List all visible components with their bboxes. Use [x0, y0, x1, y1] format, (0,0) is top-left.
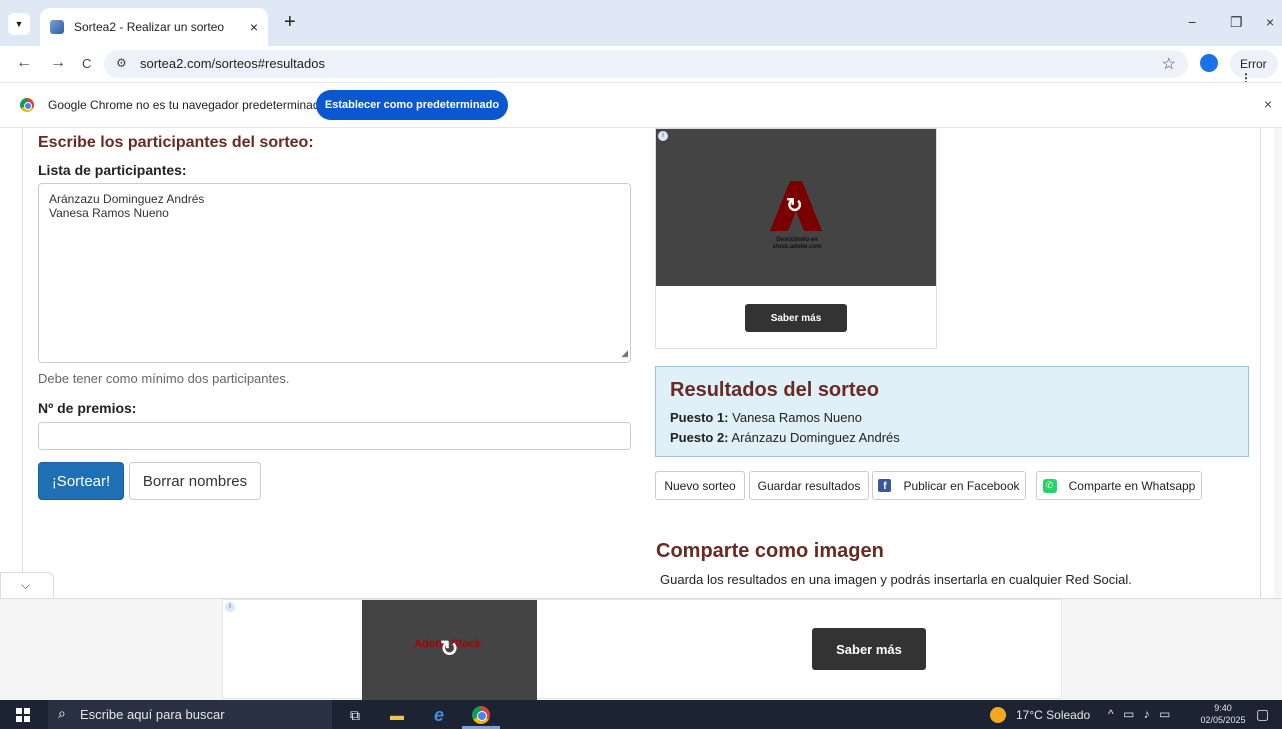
clear-names-button[interactable]: Borrar nombres [129, 462, 261, 500]
tab-search-chevron-icon[interactable]: ▼ [8, 13, 30, 35]
search-icon: ⌕ [58, 705, 66, 721]
results-panel: Resultados del sorteo Puesto 1: Vanesa R… [655, 366, 1249, 457]
prizes-input[interactable] [38, 422, 631, 450]
windows-start-icon[interactable] [16, 708, 30, 722]
result-winner: Aránzazu Dominguez Andrés [728, 430, 900, 445]
participants-heading: Escribe los participantes del sorteo: [38, 134, 314, 151]
participants-textarea[interactable]: Aránzazu Dominguez Andrés Vanesa Ramos N… [38, 183, 631, 363]
close-window-button[interactable]: × [1266, 14, 1274, 30]
profile-error-label: Error [1240, 57, 1267, 71]
windows-taskbar: ⌕ Escribe aquí para buscar ⧉ ▬ e 17°C So… [0, 700, 1282, 729]
file-explorer-icon[interactable]: ▬ [388, 706, 406, 724]
taskbar-search-box[interactable]: ⌕ Escribe aquí para buscar [48, 700, 332, 729]
participant-line: Vanesa Ramos Nueno [49, 206, 169, 220]
profile-avatar-icon[interactable] [1200, 54, 1218, 72]
infobar-message: Google Chrome no es tu navegador predete… [48, 98, 327, 112]
clock-time: 9:40 [1214, 703, 1232, 713]
side-ad-box[interactable]: i ↻ Descúbrelo en stock.adobe.com Saber … [655, 128, 937, 349]
ad-replay-icon[interactable]: ↻ [786, 193, 803, 218]
profile-error-button[interactable]: Error ⋮ [1230, 50, 1278, 85]
set-default-button[interactable]: Establecer como predeterminado [316, 90, 508, 120]
clock-date: 02/05/2025 [1200, 715, 1246, 725]
address-bar[interactable]: ⚙ sortea2.com/sorteos#resultados ☆ [104, 50, 1188, 78]
content-border-right [1260, 128, 1261, 598]
resize-handle-icon[interactable]: ◢ [621, 346, 628, 360]
prizes-label: Nº de premios: [38, 400, 137, 416]
bottom-ad-content[interactable]: i Adobe Stock ↻ Saber más [222, 599, 1062, 700]
side-ad-learn-more-button[interactable]: Saber más [745, 304, 847, 332]
participants-list-label: Lista de participantes: [38, 162, 187, 178]
draw-button[interactable]: ¡Sortear! [38, 462, 124, 500]
restore-button[interactable]: ❐ [1230, 14, 1243, 31]
task-view-icon[interactable]: ⧉ [346, 706, 364, 724]
result-position: Puesto 1: [670, 410, 729, 425]
new-draw-button[interactable]: Nuevo sorteo [655, 471, 745, 500]
ad-replay-icon[interactable]: ↻ [440, 636, 458, 662]
browser-tab-active[interactable]: Sortea2 - Realizar un sorteo × [40, 8, 268, 46]
url-text[interactable]: sortea2.com/sorteos#resultados [140, 56, 325, 71]
result-row: Puesto 2: Aránzazu Dominguez Andrés [670, 428, 1234, 448]
results-title: Resultados del sorteo [670, 379, 879, 401]
bottom-ad-learn-more-button[interactable]: Saber más [812, 628, 926, 670]
bottom-ad-banner: i Adobe Stock ↻ Saber más [0, 598, 1282, 700]
whatsapp-share-label: Comparte en Whatsapp [1068, 478, 1196, 493]
chrome-logo-icon [20, 98, 34, 112]
ad-info-icon[interactable]: i [658, 131, 668, 141]
collapse-ad-chevron-icon[interactable]: ⌵ [0, 572, 54, 598]
save-results-button[interactable]: Guardar resultados [749, 471, 869, 500]
system-tray-icons[interactable]: ^ ▭ ♪ ▭ [1108, 707, 1173, 721]
notifications-icon[interactable]: ▢ [1256, 706, 1269, 723]
new-tab-button[interactable]: + [284, 12, 296, 32]
page-content: Escribe los participantes del sorteo: Li… [0, 128, 1282, 598]
participants-help-text: Debe tener como mínimo dos participantes… [38, 371, 290, 386]
taskbar-search-placeholder: Escribe aquí para buscar [80, 707, 225, 722]
share-image-heading: Comparte como imagen [656, 540, 884, 562]
weather-text[interactable]: 17°C Soleado [1016, 708, 1090, 722]
whatsapp-share-button[interactable]: ✆ Comparte en Whatsapp [1036, 471, 1202, 500]
browser-titlebar: ▼ Sortea2 - Realizar un sorteo × + − ❐ × [0, 0, 1282, 46]
site-info-icon[interactable]: ⚙ [116, 56, 127, 70]
facebook-icon: f [878, 479, 892, 492]
ad-info-icon[interactable]: i [225, 602, 235, 612]
whatsapp-icon: ✆ [1042, 478, 1057, 493]
result-winner: Vanesa Ramos Nueno [728, 410, 862, 425]
content-border-left [22, 128, 23, 598]
tab-title: Sortea2 - Realizar un sorteo [74, 20, 225, 34]
side-ad-image[interactable]: i ↻ Descúbrelo en stock.adobe.com [656, 129, 936, 286]
minimize-button[interactable]: − [1188, 14, 1196, 30]
participant-line: Aránzazu Dominguez Andrés [49, 192, 205, 206]
edge-browser-icon[interactable]: e [430, 705, 448, 725]
chrome-taskbar-icon[interactable] [472, 706, 490, 724]
result-row: Puesto 1: Vanesa Ramos Nueno [670, 408, 1234, 428]
share-image-text: Guarda los resultados en una imagen y po… [660, 572, 1132, 587]
taskbar-clock[interactable]: 9:40 02/05/2025 [1200, 702, 1246, 726]
sortea2-favicon-icon [50, 20, 64, 34]
default-browser-infobar: Google Chrome no es tu navegador predete… [0, 82, 1282, 128]
forward-icon[interactable]: → [50, 54, 66, 72]
infobar-close-icon[interactable]: × [1264, 96, 1272, 112]
result-position: Puesto 2: [670, 430, 729, 445]
facebook-share-button[interactable]: f Publicar en Facebook [872, 471, 1026, 500]
sun-weather-icon[interactable] [990, 707, 1006, 723]
tab-close-icon[interactable]: × [250, 19, 258, 35]
back-icon[interactable]: ← [16, 54, 32, 72]
reload-icon[interactable]: C [82, 56, 91, 71]
browser-toolbar: ← → C ⚙ sortea2.com/sorteos#resultados ☆… [0, 46, 1282, 85]
page-scrollbar[interactable] [1274, 128, 1282, 598]
facebook-share-label: Publicar en Facebook [903, 478, 1020, 493]
bookmark-star-icon[interactable]: ☆ [1162, 54, 1176, 74]
bottom-ad-image[interactable]: Adobe Stock ↻ [362, 600, 537, 700]
side-ad-caption: Descúbrelo en stock.adobe.com [772, 237, 822, 250]
